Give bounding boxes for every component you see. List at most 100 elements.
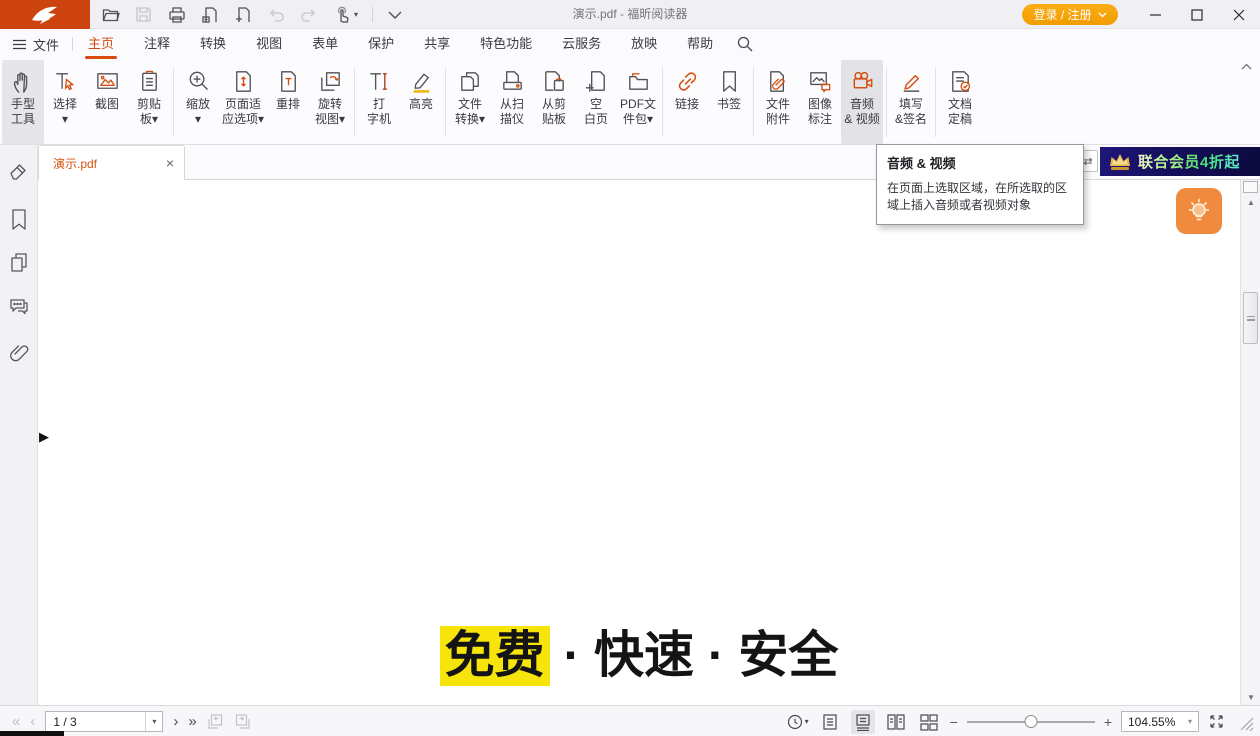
save-icon [135,6,152,23]
ribbon-button-blank-page[interactable]: 空 白页 [575,60,617,144]
ribbon-button-fill-sign[interactable]: 填写 &签名 [890,60,932,144]
maximize-button[interactable] [1176,0,1218,29]
comments-panel-button[interactable] [0,290,38,324]
menu-tab-help[interactable]: 帮助 [672,29,728,59]
tips-lightbulb-button[interactable] [1176,188,1222,234]
ribbon-button-fit-page[interactable]: 页面适 应选项▾ [219,60,267,144]
hand-icon [10,65,37,97]
fullscreen-button[interactable] [1208,713,1225,730]
first-page-button[interactable]: « [12,714,20,729]
auto-scroll-button[interactable]: ▾ [787,714,809,730]
page-number-select[interactable]: 1 / 3 ▾ [45,711,163,732]
zoom-slider-handle[interactable] [1024,715,1037,728]
single-page-icon [821,713,839,731]
ribbon-button-from-clipboard[interactable]: 从剪 贴板 [533,60,575,144]
zoom-in-button[interactable]: + [1104,715,1112,729]
ribbon-button-file-attachment[interactable]: 文件 附件 [757,60,799,144]
bookmarks-panel-button[interactable] [0,203,38,237]
scroll-up-icon[interactable]: ▲ [1241,198,1260,207]
redo-button[interactable] [292,0,325,29]
close-button[interactable] [1218,0,1260,29]
scrollbar-thumb[interactable] [1243,292,1258,344]
export-document-button[interactable] [193,0,226,29]
undo-button[interactable] [259,0,292,29]
page-heading: 免费 · 快速 · 安全 [38,626,1240,684]
print-button[interactable] [160,0,193,29]
annotation-pen-button[interactable] [0,153,38,187]
prev-page-button[interactable]: ‹ [30,714,35,729]
foxit-logo[interactable] [0,0,90,29]
facing-view-button[interactable] [884,710,908,734]
last-page-button[interactable]: » [188,714,196,729]
ribbon-button-bookmark[interactable]: 书签 [708,60,750,144]
dropdown-arrow-icon[interactable]: ▾ [1182,717,1198,726]
resize-grip[interactable] [1236,713,1254,731]
swap-tabs-icon: ⇄ [1083,155,1092,168]
menu-tab-home[interactable]: 主页 [73,29,129,59]
menu-file[interactable]: 文件 [0,29,72,59]
menu-tab-slideshow[interactable]: 放映 [616,29,672,59]
continuous-view-button[interactable] [851,710,875,734]
ribbon-button-typewriter[interactable]: 打 字机 [358,60,400,144]
facing-continuous-view-button[interactable] [917,710,941,734]
menu-tab-comment[interactable]: 注释 [129,29,185,59]
zoom-level-select[interactable]: 104.55% ▾ [1121,711,1199,732]
ribbon-button-convert[interactable]: 文件 转换▾ [449,60,491,144]
reflow-icon [275,65,302,97]
next-page-button[interactable]: › [173,714,178,729]
single-page-view-button[interactable] [818,710,842,734]
menu-tab-form[interactable]: 表单 [297,29,353,59]
document-tab[interactable]: 演示.pdf × [38,145,185,180]
document-page[interactable]: 免费 · 快速 · 安全 [38,180,1240,705]
save-button[interactable] [127,0,160,29]
ribbon-button-select[interactable]: 选择 ▾ [44,60,86,144]
next-view-button[interactable] [234,713,251,730]
ribbon-button-label: 文件 转换▾ [455,97,485,127]
ribbon-button-pdf-portfolio[interactable]: PDF文 件包▾ [617,60,659,144]
customize-toolbar-button[interactable] [378,0,411,29]
ribbon-button-link[interactable]: 链接 [666,60,708,144]
ribbon-button-audio-video[interactable]: 音频 & 视频 [841,60,883,144]
expand-panel-handle[interactable]: ▶ [39,430,49,443]
ribbon-button-image-annotation[interactable]: 图像 标注 [799,60,841,144]
ribbon-button-hand-tool[interactable]: 手型 工具 [2,60,44,144]
ribbon-button-rotate-view[interactable]: 旋转 视图▾ [309,60,351,144]
previous-view-button[interactable] [207,713,224,730]
ribbon-button-snapshot[interactable]: 截图 [86,60,128,144]
open-file-button[interactable] [94,0,127,29]
ribbon-button-from-scanner[interactable]: 从扫 描仪 [491,60,533,144]
vertical-scrollbar[interactable]: ▲ ▼ [1240,180,1260,705]
audio-video-tooltip: 音频 & 视频 在页面上选取区域，在所选取的区域上插入音频或者视频对象 [876,144,1084,225]
pages-panel-button[interactable] [0,246,38,280]
menu-tab-convert[interactable]: 转换 [185,29,241,59]
menu-tab-share[interactable]: 共享 [409,29,465,59]
zoom-out-button[interactable]: − [950,715,958,729]
split-view-handle[interactable] [1243,181,1258,193]
collapse-ribbon-button[interactable] [1241,63,1252,70]
ribbon-button-zoom[interactable]: 缩放 ▾ [177,60,219,144]
dropdown-arrow-icon[interactable]: ▾ [145,712,162,731]
ribbon-button-reflow[interactable]: 重排 [267,60,309,144]
zoom-slider[interactable] [967,712,1095,732]
scroll-down-icon[interactable]: ▼ [1241,693,1260,702]
menu-tab-protect[interactable]: 保护 [353,29,409,59]
annotation-pen-icon [8,159,30,181]
minimize-button[interactable] [1134,0,1176,29]
tab-close-icon[interactable]: × [166,156,174,170]
ribbon-button-highlight[interactable]: 高亮 [400,60,442,144]
ribbon-group-separator [753,67,754,137]
attachments-panel-button[interactable] [0,336,38,370]
select-icon [52,65,79,97]
promo-banner[interactable]: 联合会员4折起 [1100,147,1260,176]
menu-tab-cloud[interactable]: 云服务 [547,29,616,59]
menu-search-button[interactable] [728,29,762,59]
login-button[interactable]: 登录 / 注册 [1022,4,1118,25]
ribbon-button-doc-finalize[interactable]: 文档 定稿 [939,60,981,144]
ribbon-button-clipboard[interactable]: 剪贴 板▾ [128,60,170,144]
touch-mode-button[interactable]: ▾ [325,0,367,29]
menu-tab-view[interactable]: 视图 [241,29,297,59]
create-pdf-button[interactable] [226,0,259,29]
portfolio-icon [625,65,652,97]
convert-icon [457,65,484,97]
menu-tab-features[interactable]: 特色功能 [465,29,547,59]
